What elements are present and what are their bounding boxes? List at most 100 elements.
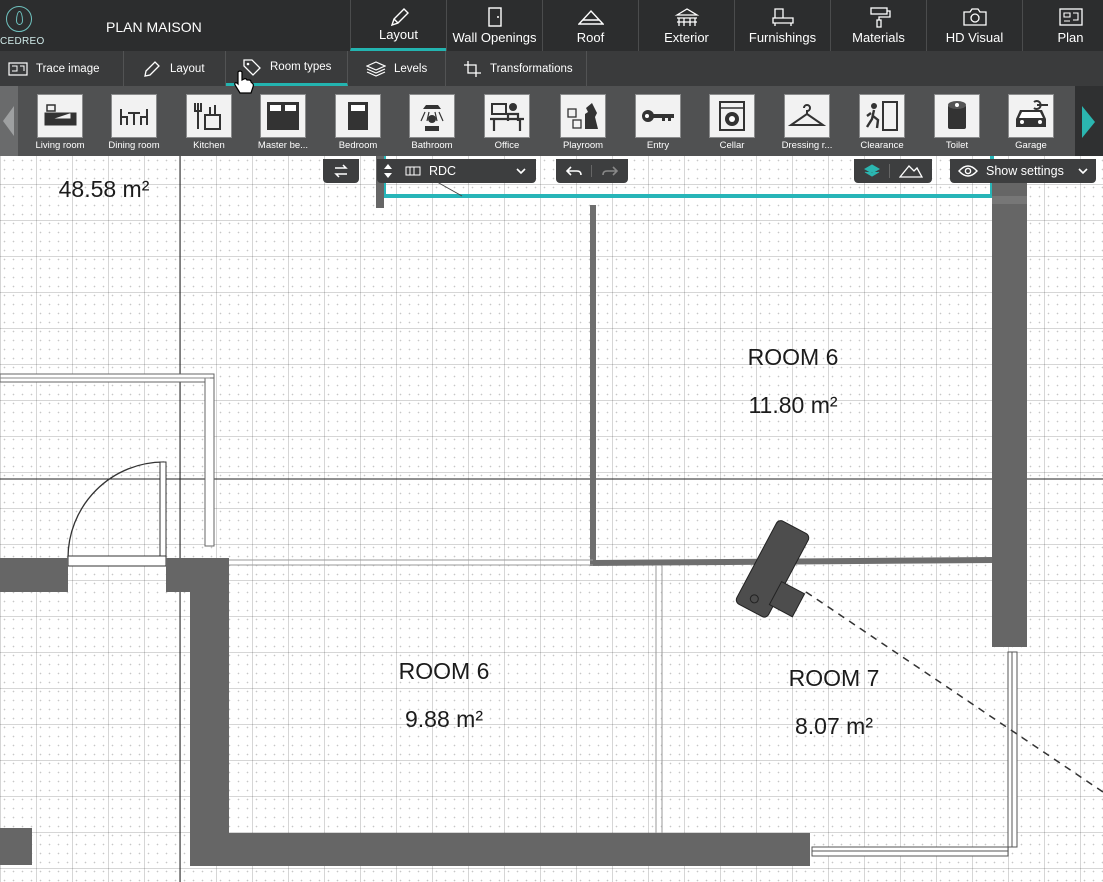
tab-exterior[interactable]: Exterior bbox=[638, 0, 734, 51]
chess-knight-icon bbox=[567, 103, 598, 129]
level-select[interactable]: RDC bbox=[377, 159, 536, 183]
trace-image-icon bbox=[8, 61, 28, 76]
palette-scroll-left-button[interactable] bbox=[0, 86, 18, 156]
room-type-garage[interactable]: Garage bbox=[996, 94, 1066, 152]
bed-icon bbox=[348, 102, 368, 130]
room-type-label: Clearance bbox=[860, 140, 904, 151]
tab-label: HD Visual bbox=[945, 30, 1004, 45]
room-type-label: Garage bbox=[1015, 140, 1047, 151]
room-type-kitchen[interactable]: Kitchen bbox=[174, 94, 244, 152]
subtab-label: Trace image bbox=[36, 62, 100, 75]
subtab-levels[interactable]: Levels bbox=[348, 51, 446, 86]
show-settings-button[interactable]: Show settings bbox=[950, 159, 1096, 183]
tab-layout[interactable]: Layout bbox=[350, 0, 446, 51]
room-type-label: Playroom bbox=[562, 140, 604, 151]
subtab-transformations[interactable]: Transformations bbox=[446, 51, 587, 86]
tab-wall-openings[interactable]: Wall Openings bbox=[446, 0, 542, 51]
double-bed-icon bbox=[267, 102, 299, 130]
kitchen-icon bbox=[194, 103, 221, 130]
furniture-icon bbox=[771, 8, 794, 26]
tab-materials[interactable]: Materials bbox=[830, 0, 926, 51]
palette-scroll-right-button[interactable] bbox=[1075, 86, 1103, 156]
roof-view-button[interactable] bbox=[890, 164, 932, 178]
tab-roof[interactable]: Roof bbox=[542, 0, 638, 51]
room-name-label[interactable]: ROOM 6 bbox=[693, 344, 893, 371]
room-type-cellar[interactable]: Cellar bbox=[697, 94, 767, 152]
room-type-label: Office bbox=[494, 140, 520, 151]
plan-icon bbox=[1058, 8, 1083, 26]
partition-wall bbox=[590, 205, 996, 567]
roof-outline-icon bbox=[899, 165, 923, 178]
tab-label: Exterior bbox=[664, 30, 709, 45]
room-type-clearance[interactable]: Clearance bbox=[847, 94, 917, 152]
room-area-label[interactable]: 48.58 m² bbox=[4, 176, 204, 203]
room-type-dressing-room[interactable]: Dressing r... bbox=[772, 94, 842, 152]
terrace-icon bbox=[674, 8, 699, 26]
subtab-trace-image[interactable]: Trace image bbox=[0, 51, 124, 86]
room-area-label[interactable]: 8.07 m² bbox=[734, 713, 934, 740]
room-type-label: Dining room bbox=[108, 140, 160, 151]
car-icon bbox=[1016, 100, 1048, 127]
office-desk-icon bbox=[490, 103, 524, 131]
room-type-playroom[interactable]: Playroom bbox=[548, 94, 618, 152]
room-type-bathroom[interactable]: Bathroom bbox=[397, 94, 467, 152]
tab-furnishings[interactable]: Furnishings bbox=[734, 0, 830, 51]
logo-text: CEDREO bbox=[0, 36, 45, 47]
room-type-label: Master be... bbox=[257, 140, 309, 151]
subtab-label: Levels bbox=[394, 62, 428, 75]
main-tabs: Layout Wall Openings Roof Exterior Furni… bbox=[350, 0, 1103, 51]
subtab-label: Layout bbox=[170, 62, 205, 75]
room-type-entry[interactable]: Entry bbox=[623, 94, 693, 152]
cedreo-logo[interactable]: CEDREO bbox=[0, 0, 44, 51]
room-area-label[interactable]: 9.88 m² bbox=[344, 706, 544, 733]
tab-label: Wall Openings bbox=[452, 30, 537, 45]
tab-label: Roof bbox=[576, 30, 605, 45]
hand-cursor-icon bbox=[234, 70, 254, 94]
room-name-label[interactable]: ROOM 6 bbox=[344, 658, 544, 685]
undo-button[interactable] bbox=[556, 165, 592, 177]
room-type-master-bedroom[interactable]: Master be... bbox=[248, 94, 318, 152]
door-swing bbox=[67, 461, 165, 559]
3d-layers-button[interactable] bbox=[854, 164, 890, 178]
sort-arrows-icon bbox=[384, 164, 392, 178]
redo-icon bbox=[602, 166, 618, 176]
tab-plan[interactable]: Plan bbox=[1022, 0, 1103, 51]
wall-bottom bbox=[190, 833, 810, 866]
room-name-label[interactable]: ROOM 7 bbox=[734, 665, 934, 692]
undo-icon bbox=[565, 166, 582, 176]
room-type-office[interactable]: Office bbox=[472, 94, 542, 152]
dining-table-icon bbox=[120, 109, 148, 125]
wall-left bbox=[0, 558, 68, 592]
layout-subtoolbar: Trace image Layout Room types Levels Tra… bbox=[0, 51, 1103, 86]
paint-roller-icon bbox=[869, 7, 891, 28]
key-icon bbox=[642, 110, 674, 122]
washing-machine-icon bbox=[719, 101, 745, 131]
room-type-toilet[interactable]: Toilet bbox=[922, 94, 992, 152]
camera-icon bbox=[962, 8, 987, 26]
tab-label: Layout bbox=[378, 27, 419, 42]
room-type-label: Living room bbox=[35, 140, 85, 151]
room-type-dining-room[interactable]: Dining room bbox=[99, 94, 169, 152]
pencil-icon bbox=[390, 8, 409, 27]
room-type-label: Entry bbox=[646, 140, 670, 151]
plan-canvas[interactable]: RDC Show settings 48.58 m² ROOM 6 11.80 … bbox=[0, 156, 1103, 882]
floor-plan-drawing bbox=[0, 156, 1103, 882]
transform-icon bbox=[464, 60, 481, 77]
room-type-living-room[interactable]: Living room bbox=[25, 94, 95, 152]
subtab-layout[interactable]: Layout bbox=[124, 51, 226, 86]
room-type-label: Toilet bbox=[945, 140, 969, 151]
chevron-down-icon bbox=[1078, 168, 1088, 175]
swap-view-button[interactable] bbox=[323, 159, 359, 183]
room-type-bedroom[interactable]: Bedroom bbox=[323, 94, 393, 152]
shower-icon bbox=[420, 105, 444, 131]
room-type-label: Dressing r... bbox=[781, 140, 833, 151]
subtab-label: Room types bbox=[270, 61, 332, 73]
layers-3d-icon bbox=[863, 164, 880, 177]
room-area-label[interactable]: 11.80 m² bbox=[693, 392, 893, 419]
hanger-icon bbox=[788, 104, 826, 126]
exit-door-icon bbox=[865, 101, 898, 131]
tab-hd-visual[interactable]: HD Visual bbox=[926, 0, 1022, 51]
level-icon bbox=[405, 166, 421, 176]
redo-button[interactable] bbox=[592, 165, 628, 177]
door-icon bbox=[487, 7, 502, 27]
